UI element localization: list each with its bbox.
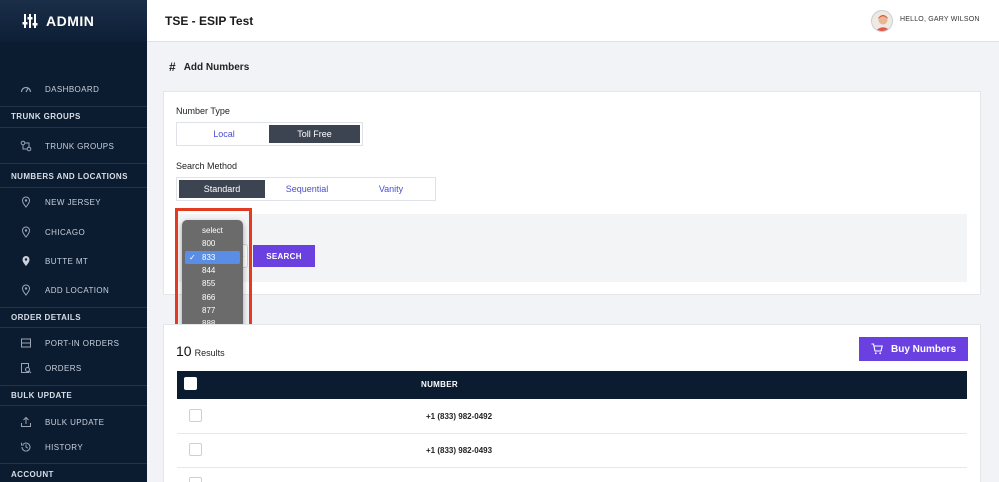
cart-icon xyxy=(871,343,883,355)
select-all-checkbox[interactable] xyxy=(184,377,197,390)
brand[interactable]: ADMIN xyxy=(0,0,147,42)
sidebar-item-label: NEW JERSEY xyxy=(45,197,102,207)
search-method-vanity[interactable]: Vanity xyxy=(349,180,433,198)
location-pin-icon xyxy=(20,226,32,238)
sidebar-item-port-in-orders[interactable]: PORT-IN ORDERS xyxy=(0,335,147,351)
sidebar: ADMIN DASHBOARD TRUNK GROUPS TRUNK GROUP… xyxy=(0,0,147,482)
sidebar-item-label: CHICAGO xyxy=(45,227,86,237)
number-type-label: Number Type xyxy=(176,106,230,116)
section-heading: # Add Numbers xyxy=(169,60,249,74)
sidebar-divider xyxy=(0,187,147,188)
upload-icon xyxy=(20,416,32,428)
results-count: 10 Results xyxy=(176,343,225,359)
sidebar-divider xyxy=(0,163,147,164)
page-title: TSE - ESIP Test xyxy=(165,14,254,28)
search-method-label: Search Method xyxy=(176,161,238,171)
table-row: +1 (833) 982-0492 xyxy=(177,400,967,434)
buy-numbers-button[interactable]: Buy Numbers xyxy=(859,337,968,361)
sidebar-item-label: ORDERS xyxy=(45,363,82,373)
table-row xyxy=(177,468,967,482)
sidebar-item-label: HISTORY xyxy=(45,442,84,452)
number-type-local[interactable]: Local xyxy=(179,125,269,143)
user-avatar-icon xyxy=(872,11,892,31)
sidebar-divider xyxy=(0,106,147,107)
sliders-icon xyxy=(22,14,38,28)
sidebar-divider xyxy=(0,463,147,464)
highlight-annotation-box xyxy=(175,208,252,342)
section-heading-text: Add Numbers xyxy=(183,61,250,73)
sidebar-item-add-location[interactable]: ADD LOCATION xyxy=(0,282,147,298)
location-pin-icon xyxy=(20,284,32,296)
row-checkbox[interactable] xyxy=(189,409,202,422)
column-header-number: NUMBER xyxy=(421,380,458,389)
history-icon xyxy=(20,441,32,453)
sidebar-item-bulk-update[interactable]: BULK UPDATE xyxy=(0,414,147,430)
sidebar-item-trunk-groups[interactable]: TRUNK GROUPS xyxy=(0,138,147,154)
table-row: +1 (833) 982-0493 xyxy=(177,434,967,468)
buy-numbers-label: Buy Numbers xyxy=(890,343,956,355)
search-method-toggle: Standard Sequential Vanity xyxy=(176,177,436,201)
avatar[interactable] xyxy=(871,10,893,32)
trunk-icon xyxy=(20,140,32,152)
row-checkbox[interactable] xyxy=(189,443,202,456)
sidebar-item-history[interactable]: HISTORY xyxy=(0,439,147,455)
search-method-standard[interactable]: Standard xyxy=(179,180,265,198)
sidebar-item-label: DASHBOARD xyxy=(45,84,100,94)
number-type-toggle: Local Toll Free xyxy=(176,122,363,146)
results-count-number: 10 xyxy=(176,343,192,359)
inbox-icon xyxy=(20,337,32,349)
sidebar-divider xyxy=(0,385,147,386)
sidebar-item-new-jersey[interactable]: NEW JERSEY xyxy=(0,194,147,210)
sidebar-section-account: ACCOUNT xyxy=(11,470,54,479)
sidebar-item-label: BUTTE MT xyxy=(45,256,89,266)
row-checkbox[interactable] xyxy=(189,477,202,482)
results-count-label: Results xyxy=(194,348,225,358)
sidebar-item-label: BULK UPDATE xyxy=(45,417,105,427)
gauge-icon xyxy=(20,83,32,95)
user-greeting: HELLO, GARY WILSON xyxy=(900,16,980,23)
number-type-toll-free[interactable]: Toll Free xyxy=(269,125,360,143)
sidebar-item-chicago[interactable]: CHICAGO xyxy=(0,224,147,240)
sidebar-section-bulk-update: BULK UPDATE xyxy=(11,391,73,400)
sidebar-item-label: TRUNK GROUPS xyxy=(45,141,115,151)
sidebar-item-label: PORT-IN ORDERS xyxy=(45,338,120,348)
table-header: NUMBER xyxy=(177,371,967,399)
phone-number: +1 (833) 982-0492 xyxy=(426,412,493,421)
sidebar-item-label: ADD LOCATION xyxy=(45,285,110,295)
location-pin-icon xyxy=(20,196,32,208)
top-header: TSE - ESIP Test HELLO, GARY WILSON xyxy=(147,0,999,42)
sidebar-item-orders[interactable]: ORDERS xyxy=(0,360,147,376)
location-pin-icon xyxy=(20,255,32,267)
search-button[interactable]: SEARCH xyxy=(253,245,315,267)
sidebar-divider xyxy=(0,405,147,406)
sidebar-divider xyxy=(0,127,147,128)
sidebar-item-dashboard[interactable]: DASHBOARD xyxy=(0,81,147,97)
sidebar-section-trunk-groups: TRUNK GROUPS xyxy=(11,112,81,121)
sidebar-divider xyxy=(0,307,147,308)
hash-icon: # xyxy=(169,60,176,74)
phone-number: +1 (833) 982-0493 xyxy=(426,446,493,455)
sidebar-section-numbers-locations: NUMBERS AND LOCATIONS xyxy=(11,172,128,181)
sidebar-divider xyxy=(0,327,147,328)
sidebar-item-butte-mt[interactable]: BUTTE MT xyxy=(0,253,147,269)
brand-name: ADMIN xyxy=(46,13,95,29)
sidebar-section-order-details: ORDER DETAILS xyxy=(11,313,81,322)
search-method-sequential[interactable]: Sequential xyxy=(265,180,349,198)
search-document-icon xyxy=(20,362,32,374)
